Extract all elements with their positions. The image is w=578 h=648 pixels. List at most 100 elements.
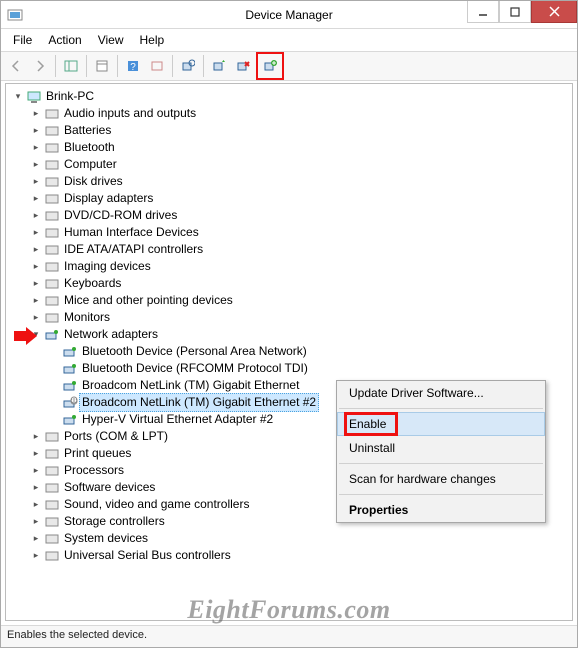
tree-label: Bluetooth Device (Personal Area Network) (82, 343, 307, 360)
tree-item-3[interactable]: ▸ Computer (8, 156, 572, 173)
ctx-scan[interactable]: Scan for hardware changes (337, 467, 545, 491)
tree-item-8[interactable]: ▸ IDE ATA/ATAPI controllers (8, 241, 572, 258)
action-button[interactable] (146, 55, 168, 77)
gen-icon (44, 446, 60, 462)
tree-label: Broadcom NetLink (TM) Gigabit Ethernet #… (79, 393, 319, 412)
tree-nic-1[interactable]: Bluetooth Device (RFCOMM Protocol TDI) (8, 360, 572, 377)
ctx-properties[interactable]: Properties (337, 498, 545, 522)
ctx-update-driver[interactable]: Update Driver Software... (337, 381, 545, 405)
tree-itemb-6[interactable]: ▸ System devices (8, 530, 572, 547)
tree-twisty[interactable]: ▸ (30, 210, 42, 222)
properties-button[interactable] (91, 55, 113, 77)
tree-twisty[interactable]: ▸ (30, 312, 42, 324)
tree-twisty[interactable]: ▸ (30, 125, 42, 137)
svg-text:?: ? (130, 62, 136, 73)
tree-item-0[interactable]: ▸ Audio inputs and outputs (8, 105, 572, 122)
tree-twisty[interactable]: ▾ (12, 91, 24, 103)
tree-twisty[interactable]: ▸ (30, 142, 42, 154)
menubar: File Action View Help (1, 29, 577, 51)
toolbar-separator (117, 55, 118, 77)
tree-twisty[interactable]: ▸ (30, 227, 42, 239)
enable-device-button[interactable] (259, 55, 281, 77)
gen-icon (44, 310, 60, 326)
tree-label: Sound, video and game controllers (64, 496, 249, 513)
tree-twisty[interactable]: ▸ (30, 516, 42, 528)
tree-label: Batteries (64, 122, 111, 139)
tree-nic-0[interactable]: Bluetooth Device (Personal Area Network) (8, 343, 572, 360)
tree-item-12[interactable]: ▸ Monitors (8, 309, 572, 326)
device-tree-panel[interactable]: ▾ Brink-PC ▸ Audio inputs and outputs ▸ … (5, 83, 573, 621)
tree-twisty[interactable] (48, 414, 60, 426)
tree-item-7[interactable]: ▸ Human Interface Devices (8, 224, 572, 241)
ctx-enable-highlight (344, 412, 398, 436)
tree-twisty[interactable]: ▸ (30, 261, 42, 273)
tree-label: Universal Serial Bus controllers (64, 547, 231, 564)
menu-view[interactable]: View (90, 31, 132, 49)
tree-item-6[interactable]: ▸ DVD/CD-ROM drives (8, 207, 572, 224)
app-icon (7, 7, 23, 23)
tree-label: Network adapters (64, 326, 158, 343)
tree-twisty[interactable]: ▸ (30, 550, 42, 562)
show-hide-tree-button[interactable] (60, 55, 82, 77)
menu-file[interactable]: File (5, 31, 40, 49)
tree-twisty[interactable]: ▸ (30, 108, 42, 120)
tree-network-adapters[interactable]: ▾ Network adapters (8, 326, 572, 343)
tree-item-10[interactable]: ▸ Keyboards (8, 275, 572, 292)
tree-item-9[interactable]: ▸ Imaging devices (8, 258, 572, 275)
tree-twisty[interactable]: ▸ (30, 431, 42, 443)
maximize-button[interactable] (499, 1, 531, 23)
menu-help[interactable]: Help (132, 31, 173, 49)
tree-twisty[interactable]: ▸ (30, 448, 42, 460)
toolbar: ? (1, 51, 577, 81)
netdis-icon (62, 395, 78, 411)
close-button[interactable] (531, 1, 577, 23)
tree-twisty[interactable]: ▸ (30, 482, 42, 494)
titlebar: Device Manager (1, 1, 577, 29)
ctx-uninstall[interactable]: Uninstall (337, 436, 545, 460)
update-driver-button[interactable] (208, 55, 230, 77)
tree-twisty[interactable]: ▸ (30, 295, 42, 307)
tree-itemb-7[interactable]: ▸ Universal Serial Bus controllers (8, 547, 572, 564)
tree-label: Monitors (64, 309, 110, 326)
tree-twisty[interactable] (48, 380, 60, 392)
tree-twisty[interactable]: ▸ (30, 244, 42, 256)
tree-label: Bluetooth (64, 139, 115, 156)
tree-label: Print queues (64, 445, 131, 462)
tree-twisty[interactable]: ▸ (30, 193, 42, 205)
uninstall-button[interactable] (232, 55, 254, 77)
gen-icon (44, 174, 60, 190)
forward-button[interactable] (29, 55, 51, 77)
tree-item-2[interactable]: ▸ Bluetooth (8, 139, 572, 156)
toolbar-separator (172, 55, 173, 77)
tree-twisty[interactable]: ▸ (30, 465, 42, 477)
menu-action[interactable]: Action (40, 31, 89, 49)
tree-twisty[interactable] (48, 397, 60, 409)
tree-root[interactable]: ▾ Brink-PC (8, 88, 572, 105)
tree-item-11[interactable]: ▸ Mice and other pointing devices (8, 292, 572, 309)
tree-twisty[interactable]: ▸ (30, 176, 42, 188)
tree-twisty[interactable]: ▸ (30, 278, 42, 290)
tree-twisty[interactable]: ▸ (30, 533, 42, 545)
gen-icon (44, 123, 60, 139)
scan-hardware-button[interactable] (177, 55, 199, 77)
ctx-separator (339, 408, 543, 409)
gen-icon (44, 191, 60, 207)
tree-label: Audio inputs and outputs (64, 105, 196, 122)
tree-item-4[interactable]: ▸ Disk drives (8, 173, 572, 190)
help-button[interactable]: ? (122, 55, 144, 77)
net-icon (62, 361, 78, 377)
gen-icon (44, 242, 60, 258)
tree-item-1[interactable]: ▸ Batteries (8, 122, 572, 139)
tree-twisty[interactable] (48, 346, 60, 358)
minimize-button[interactable] (467, 1, 499, 23)
tree-twisty[interactable] (48, 363, 60, 375)
net-icon (62, 378, 78, 394)
tree-item-5[interactable]: ▸ Display adapters (8, 190, 572, 207)
ctx-separator (339, 463, 543, 464)
tree-label: Imaging devices (64, 258, 151, 275)
back-button[interactable] (5, 55, 27, 77)
net-icon (62, 412, 78, 428)
ctx-enable[interactable]: Enable (337, 412, 545, 436)
tree-twisty[interactable]: ▸ (30, 499, 42, 511)
tree-twisty[interactable]: ▸ (30, 159, 42, 171)
